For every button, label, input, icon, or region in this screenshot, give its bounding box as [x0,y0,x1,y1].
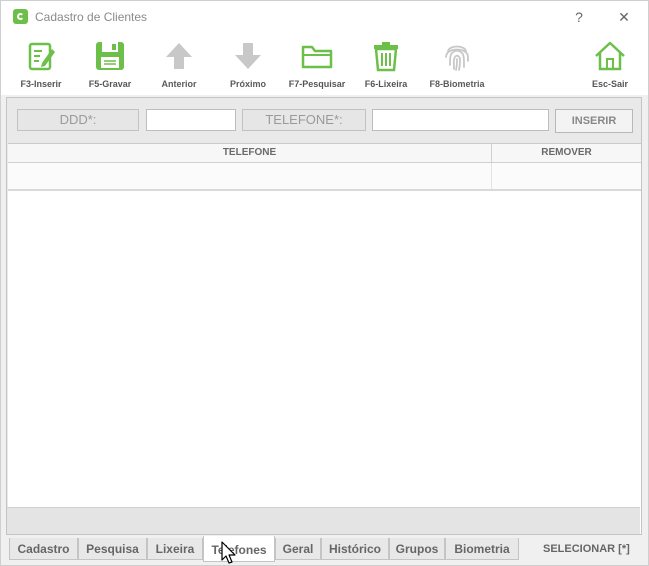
select-shortcut-label: SELECIONAR [*] [543,543,630,555]
tab-cadastro[interactable]: Cadastro [9,538,78,560]
edit-document-icon [28,42,55,71]
telefone-label: TELEFONE*: [242,109,366,131]
tab-geral[interactable]: Geral [275,538,321,560]
exit-button[interactable]: Esc-Sair [570,39,649,89]
toolbar-label: F3-Inserir [20,79,62,89]
arrow-down-icon [235,43,261,69]
save-button[interactable]: F5-Gravar [70,39,150,89]
tab-lixeira[interactable]: Lixeira [147,538,203,560]
tab-telefones[interactable]: Telefones [203,536,275,562]
app-logo-icon [13,9,28,24]
tab-grupos[interactable]: Grupos [389,538,445,560]
toolbar-label: F8-Biometria [429,79,485,89]
phones-panel: DDD*: TELEFONE*: INSERIR TELEFONE REMOVE… [6,97,642,535]
next-button[interactable]: Próximo [208,39,288,89]
tab-historico[interactable]: Histórico [321,538,389,560]
trash-button[interactable]: F6-Lixeira [346,39,426,89]
grid-header: TELEFONE REMOVER [8,144,641,163]
mouse-cursor-icon [221,541,236,564]
biometry-button[interactable]: F8-Biometria [417,39,497,89]
insert-button[interactable]: F3-Inserir [1,39,81,89]
title-bar: Cadastro de Clientes ? ✕ [1,1,648,33]
ddd-input[interactable] [146,109,236,131]
insert-phone-button[interactable]: INSERIR [555,109,633,133]
telefone-input[interactable] [372,109,549,131]
phones-grid[interactable]: TELEFONE REMOVER [8,143,641,534]
toolbar-label: Próximo [229,79,266,89]
table-row[interactable] [8,163,641,191]
arrow-up-icon [166,43,192,69]
trash-icon [374,42,398,72]
ddd-label: DDD*: [17,109,139,131]
column-header-telefone[interactable]: TELEFONE [8,144,492,162]
fingerprint-icon [445,45,469,71]
main-window: Cadastro de Clientes ? ✕ F3-Inserir F5-G… [0,0,649,566]
cell-remover[interactable] [492,163,641,189]
toolbar: F3-Inserir F5-Gravar Anterior Próximo F7… [1,33,648,95]
toolbar-label: Anterior [161,79,197,89]
help-button[interactable]: ? [568,7,590,27]
tab-pesquisa[interactable]: Pesquisa [78,538,147,560]
toolbar-label: Esc-Sair [591,79,629,89]
grid-footer [7,507,640,534]
save-floppy-icon [96,42,124,70]
folder-icon [301,45,333,69]
toolbar-label: F6-Lixeira [364,79,408,89]
toolbar-label: F5-Gravar [88,79,132,89]
cell-telefone[interactable] [8,163,492,189]
phone-entry-row: DDD*: TELEFONE*: INSERIR [7,98,641,142]
search-button[interactable]: F7-Pesquisar [277,39,357,89]
toolbar-label: F7-Pesquisar [288,79,346,89]
column-header-remover[interactable]: REMOVER [492,144,641,162]
previous-button[interactable]: Anterior [139,39,219,89]
tab-biometria[interactable]: Biometria [445,538,519,560]
home-icon [595,41,625,71]
window-title: Cadastro de Clientes [35,10,148,24]
close-button[interactable]: ✕ [613,7,635,27]
